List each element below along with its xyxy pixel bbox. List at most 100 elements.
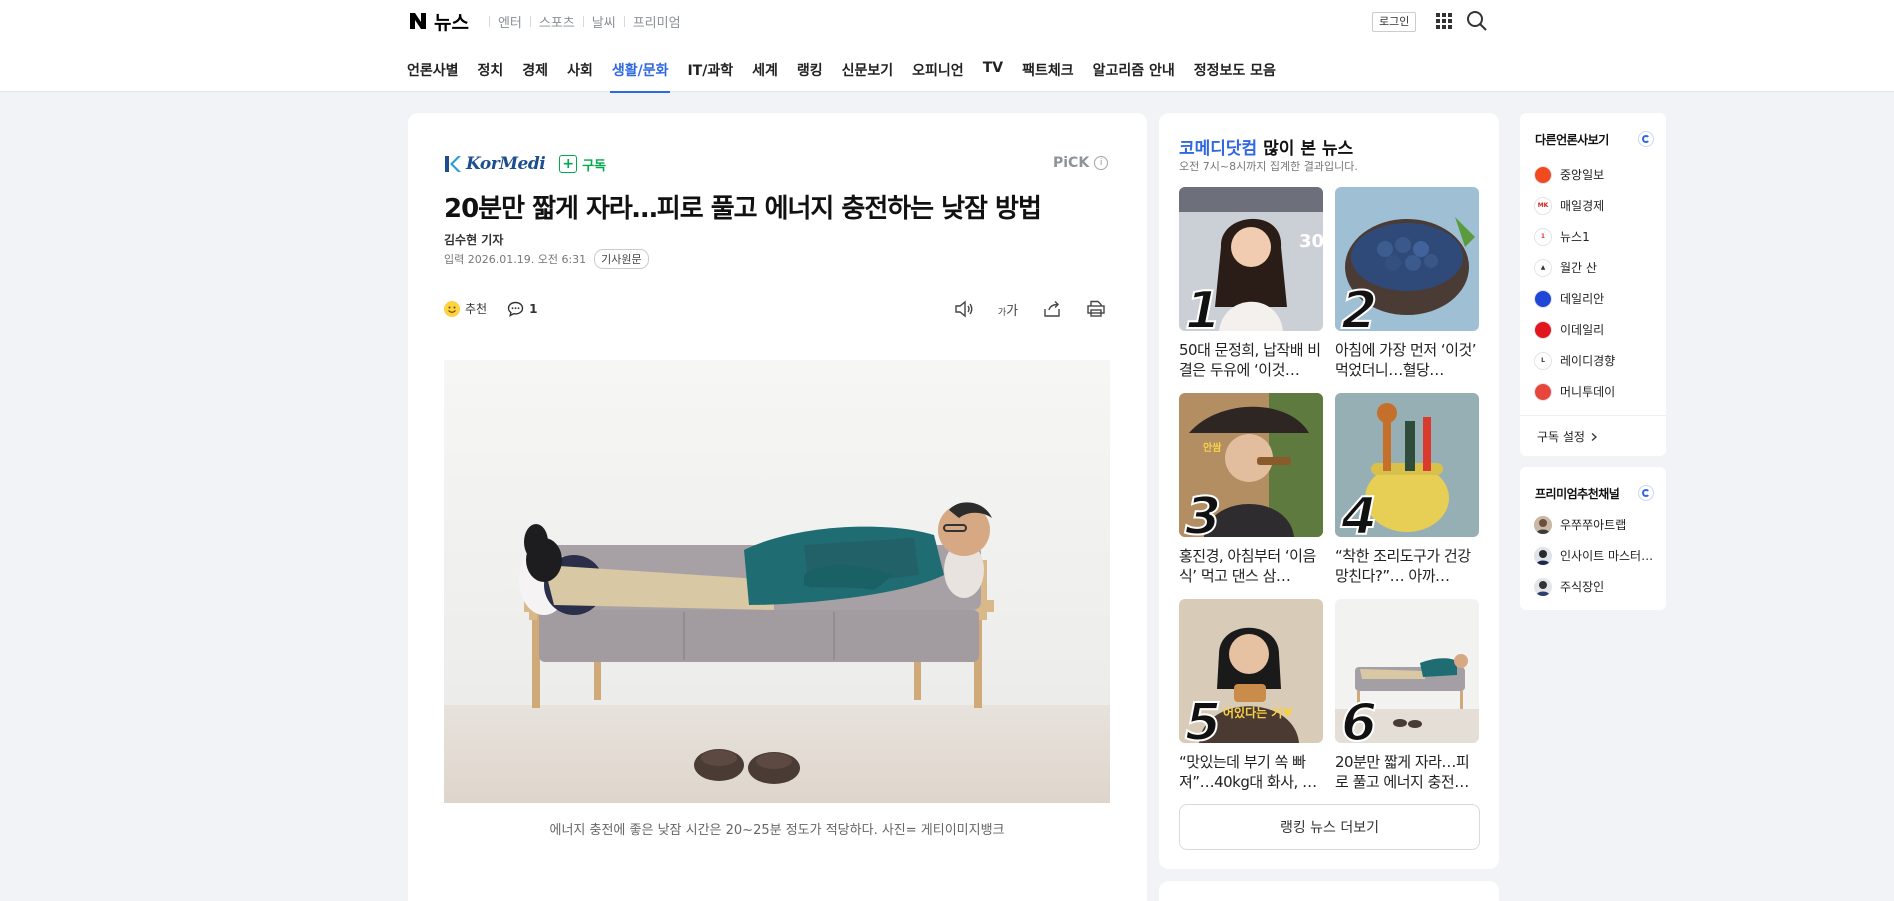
subscription-settings-link[interactable]: 구독 설정 xyxy=(1520,415,1666,457)
mk-logo-icon: MK xyxy=(1534,196,1552,215)
subscription-settings-label: 구독 설정 xyxy=(1537,430,1585,444)
next-panel-peek xyxy=(1159,881,1499,901)
rank-number: 4 xyxy=(1340,487,1378,537)
press-ranking-panel: 코메디닷컴 많이 본 뉴스 오전 7시~8시까지 집계한 결과입니다. 30 1… xyxy=(1159,113,1499,869)
share-icon[interactable] xyxy=(1041,298,1063,320)
press-item-mt[interactable]: 머니투데이 xyxy=(1534,376,1615,407)
nav-item-algorithm[interactable]: 알고리즘 안내 xyxy=(1091,56,1177,92)
pick-badge[interactable]: PiCK i xyxy=(1053,155,1109,171)
reaction-bar: 추천 1 xyxy=(444,300,537,317)
font-size-button[interactable]: 가가 xyxy=(997,298,1019,320)
press-item-edaily[interactable]: 이데일리 xyxy=(1534,314,1615,345)
press-item-label: 뉴스1 xyxy=(1560,230,1590,244)
ranking-thumbnail[interactable]: 안쌈 3 xyxy=(1179,393,1323,537)
subscribe-label: 구독 xyxy=(582,158,607,174)
naver-news-brand[interactable]: 뉴스 엔터 스포츠 날씨 프리미엄 xyxy=(408,8,681,34)
ranking-item[interactable]: 2 아침에 가장 먼저 ‘이것’ 먹었더니…혈당… xyxy=(1335,187,1479,381)
premium-channel-item[interactable]: 주식장인 xyxy=(1534,571,1653,602)
ranking-item[interactable]: 30 1 50대 문정희, 납작배 비결은 두유에 ‘이것… xyxy=(1179,187,1323,381)
premium-channel-card: 프리미엄추천채널 우쭈쭈아트랩 인사이트 마스터… 주식장인 xyxy=(1520,467,1666,610)
ranking-subtitle: 오전 7시~8시까지 집계한 결과입니다. xyxy=(1179,160,1358,173)
press-item-news1[interactable]: 1 뉴스1 xyxy=(1534,221,1615,252)
smile-icon xyxy=(444,300,460,317)
search-icon[interactable] xyxy=(1466,10,1488,32)
service-link-entertainment[interactable]: 엔터 xyxy=(498,12,522,31)
nav-item-it-science[interactable]: IT/과학 xyxy=(685,56,735,92)
press-item-label: 이데일리 xyxy=(1560,323,1605,337)
naver-n-logo[interactable] xyxy=(408,11,428,31)
avatar xyxy=(1534,515,1552,534)
press-item-dailian[interactable]: 데일리안 xyxy=(1534,283,1615,314)
nav-item-opinion[interactable]: 오피니언 xyxy=(910,56,966,92)
comment-button[interactable]: 1 xyxy=(507,301,537,317)
press-item-lady-khan[interactable]: L 레이디경향 xyxy=(1534,345,1615,376)
ranking-headline[interactable]: 홍진경, 아침부터 ‘이음식’ 먹고 댄스 삼… xyxy=(1179,546,1323,586)
speaker-icon[interactable] xyxy=(953,298,975,320)
article-author[interactable]: 김수현 기자 xyxy=(444,231,503,248)
press-item-mountain[interactable]: ▲ 월간 산 xyxy=(1534,252,1615,283)
ranking-headline[interactable]: 50대 문정희, 납작배 비결은 두유에 ‘이것… xyxy=(1179,340,1323,380)
apps-grid-icon[interactable] xyxy=(1435,12,1453,30)
nav-item-politics[interactable]: 정치 xyxy=(476,56,506,92)
press-item-joongang[interactable]: 중앙일보 xyxy=(1534,159,1615,190)
rank-number: 3 xyxy=(1184,487,1222,537)
info-icon[interactable]: i xyxy=(1094,156,1109,170)
nav-item-economy[interactable]: 경제 xyxy=(520,56,550,92)
article-photo[interactable] xyxy=(444,360,1110,803)
ranking-item[interactable]: 안쌈 3 홍진경, 아침부터 ‘이음식’ 먹고 댄스 삼… xyxy=(1179,393,1323,587)
subscribe-button[interactable]: + 구독 xyxy=(559,155,606,174)
nav-item-ranking[interactable]: 랭킹 xyxy=(795,56,825,92)
mt-logo-icon xyxy=(1534,382,1552,401)
service-link-weather[interactable]: 날씨 xyxy=(592,12,616,31)
ranking-item[interactable]: 어있다는 거♥ 5 “맛있는데 부기 쏙 빠져”…40kg대 화사, … xyxy=(1179,599,1323,793)
divider xyxy=(623,15,625,27)
napping-man-on-sofa-illustration xyxy=(444,360,1110,803)
refresh-icon[interactable] xyxy=(1638,131,1654,147)
other-press-list: 중앙일보 MK 매일경제 1 뉴스1 ▲ 월간 산 데일리안 이데일리 L 레이… xyxy=(1534,159,1615,407)
ranking-thumbnail[interactable]: 어있다는 거♥ 5 xyxy=(1179,599,1323,743)
other-press-card: 다른언론사보기 중앙일보 MK 매일경제 1 뉴스1 ▲ 월간 산 데일리안 이… xyxy=(1520,113,1666,456)
news-service-title[interactable]: 뉴스 xyxy=(434,8,469,35)
ranking-thumbnail[interactable]: 30 1 xyxy=(1179,187,1323,331)
print-icon[interactable] xyxy=(1085,298,1107,320)
refresh-icon[interactable] xyxy=(1638,485,1654,501)
nav-item-factcheck[interactable]: 팩트체크 xyxy=(1020,56,1076,92)
press-logo[interactable]: KorMedi xyxy=(444,154,546,174)
ranking-headline[interactable]: “맛있는데 부기 쏙 빠져”…40kg대 화사, … xyxy=(1179,752,1323,792)
article-tools: 가가 xyxy=(953,298,1107,320)
service-link-sports[interactable]: 스포츠 xyxy=(539,12,575,31)
thumb-overlay-text: 어있다는 거♥ xyxy=(1223,705,1293,720)
original-article-button[interactable]: 기사원문 xyxy=(594,249,649,269)
comment-icon xyxy=(507,301,524,317)
premium-channel-label: 주식장인 xyxy=(1560,580,1605,594)
divider xyxy=(488,15,490,27)
service-links: 엔터 스포츠 날씨 프리미엄 xyxy=(481,12,681,31)
ranking-title[interactable]: 코메디닷컴 많이 본 뉴스 xyxy=(1179,134,1353,159)
nav-item-newspaper[interactable]: 신문보기 xyxy=(840,56,896,92)
nav-item-tv[interactable]: TV xyxy=(981,56,1005,92)
premium-channel-item[interactable]: 우쭈쭈아트랩 xyxy=(1534,509,1653,540)
ranking-thumbnail[interactable]: 2 xyxy=(1335,187,1479,331)
nav-item-world[interactable]: 세계 xyxy=(750,56,780,92)
recommend-button[interactable]: 추천 xyxy=(444,300,487,317)
ranking-thumbnail[interactable]: 6 xyxy=(1335,599,1479,743)
ranking-headline[interactable]: 아침에 가장 먼저 ‘이것’ 먹었더니…혈당… xyxy=(1335,340,1479,380)
press-item-mk[interactable]: MK 매일경제 xyxy=(1534,190,1615,221)
nav-item-life-culture[interactable]: 생활/문화 xyxy=(609,56,671,93)
ranking-headline[interactable]: 20분만 짧게 자라…피로 풀고 에너지 충전… xyxy=(1335,752,1479,792)
thumb-overlay-text: 안쌈 xyxy=(1203,441,1222,454)
ranking-more-button[interactable]: 랭킹 뉴스 더보기 xyxy=(1179,804,1480,850)
kormedi-mark-icon xyxy=(445,156,461,172)
ranking-thumbnail[interactable]: 4 xyxy=(1335,393,1479,537)
article-card: KorMedi + 구독 PiCK i 20분만 짧게 자라…피로 풀고 에너지… xyxy=(408,113,1147,901)
login-button[interactable]: 로그인 xyxy=(1372,12,1417,32)
ranking-item[interactable]: 4 “착한 조리도구가 건강 망친다?”… 아까… xyxy=(1335,393,1479,587)
ranking-item[interactable]: 6 20분만 짧게 자라…피로 풀고 에너지 충전… xyxy=(1335,599,1479,793)
nav-item-society[interactable]: 사회 xyxy=(565,56,595,92)
nav-item-corrections[interactable]: 정정보도 모음 xyxy=(1192,56,1278,92)
svg-text:30: 30 xyxy=(1299,231,1323,252)
ranking-headline[interactable]: “착한 조리도구가 건강 망친다?”… 아까… xyxy=(1335,546,1479,586)
service-link-premium[interactable]: 프리미엄 xyxy=(633,12,681,31)
nav-item-press[interactable]: 언론사별 xyxy=(405,56,461,92)
premium-channel-item[interactable]: 인사이트 마스터… xyxy=(1534,540,1653,571)
